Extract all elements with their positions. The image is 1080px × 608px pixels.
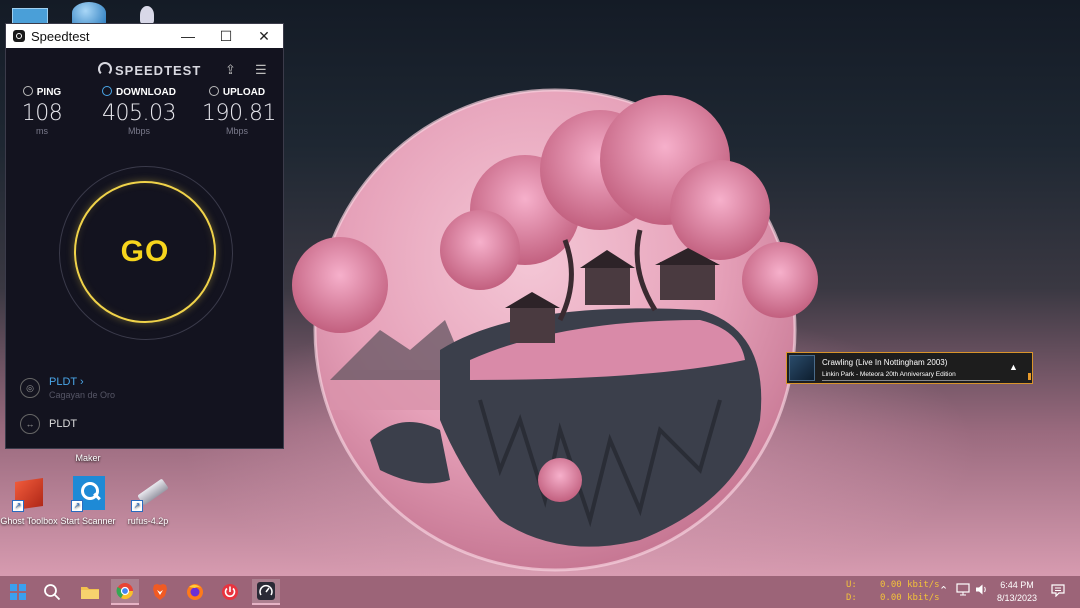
chrome-icon — [116, 583, 134, 600]
desktop-icon-start-scanner[interactable]: ↗ Start Scanner — [56, 476, 120, 527]
power-app-button[interactable] — [216, 579, 244, 605]
network-icon[interactable] — [956, 583, 970, 599]
network-speed-meter: U: 0.00 kbit/s D: 0.00 kbit/s — [846, 579, 940, 605]
usb-drive-icon: ↗ — [130, 476, 169, 512]
isp-selector[interactable]: ◎ PLDT › Cagayan de Oro — [20, 376, 115, 400]
speedtest-gauge-icon — [257, 582, 275, 600]
chevron-right-icon: › — [79, 376, 84, 388]
start-button[interactable] — [4, 579, 32, 605]
upload-label: UPLOAD — [222, 87, 266, 98]
clock-date: 8/13/2023 — [996, 593, 1038, 603]
rocket-icon[interactable] — [140, 6, 154, 24]
speedtest-taskbar-button[interactable] — [252, 579, 280, 605]
clock-time: 6:44 PM — [1000, 580, 1034, 590]
speedtest-app-icon — [13, 30, 25, 42]
search-icon — [44, 584, 61, 601]
speedtest-logo: SPEEDTEST — [98, 62, 201, 78]
download-unit: Mbps — [127, 126, 150, 136]
track-progress-bar — [822, 380, 1000, 381]
share-icon[interactable]: ⇪ — [225, 62, 236, 78]
download-value: 405.03 — [102, 101, 176, 126]
globe-icon[interactable] — [72, 2, 106, 24]
firefox-button[interactable] — [181, 579, 209, 605]
power-icon — [222, 584, 238, 600]
file-explorer-button[interactable] — [76, 579, 104, 605]
upload-icon — [208, 86, 219, 96]
download-icon — [102, 86, 112, 96]
now-playing-popup[interactable]: Crawling (Live In Nottingham 2003) Linki… — [786, 352, 1033, 384]
upload-metric: UPLOAD 190.81 Mbps — [202, 86, 276, 136]
upload-value: 190.81 — [202, 101, 276, 126]
connections-icon: ↔ — [20, 414, 40, 434]
ping-metric: PING 108 ms — [18, 86, 66, 136]
window-title: Speedtest — [31, 28, 90, 44]
desktop-icon-ghost-toolbox[interactable]: ↗ Ghost Toolbox — [0, 476, 61, 527]
maximize-button[interactable]: ☐ — [207, 28, 245, 45]
globe-icon: ◎ — [20, 378, 40, 398]
desktop-icon-partial-label: Maker — [56, 452, 120, 464]
desktop-icon-rufus[interactable]: ↗ rufus-4.2p — [116, 476, 180, 527]
isp-location: Cagayan de Oro — [49, 390, 116, 400]
server-name: PLDT — [49, 418, 78, 430]
search-button[interactable] — [38, 579, 66, 605]
speedtest-window: Speedtest — ☐ ✕ SPEEDTEST ⇪ ☰ PING 108 m… — [5, 23, 284, 449]
ping-unit: ms — [36, 126, 48, 136]
ghost-toolbox-icon: ↗ — [11, 476, 47, 512]
desktop-icon-partial-1[interactable] — [12, 8, 48, 24]
popup-edge-marker — [1028, 373, 1031, 380]
system-clock[interactable]: 6:44 PM 8/13/2023 — [994, 579, 1040, 605]
ping-value: 108 — [21, 101, 63, 126]
volume-icon[interactable] — [975, 583, 988, 599]
window-titlebar[interactable]: Speedtest — ☐ ✕ — [6, 24, 283, 48]
brand-text: SPEEDTEST — [115, 63, 202, 78]
brave-lion-icon — [153, 584, 167, 600]
gauge-icon — [98, 62, 112, 76]
download-label: DOWNLOAD — [116, 87, 176, 98]
chrome-button[interactable] — [111, 579, 139, 605]
track-artist: Linkin Park - Meteora 20th Anniversary E… — [822, 371, 956, 378]
desktop-icon-label: Ghost Toolbox — [0, 516, 58, 526]
desktop-icon-label: Start Scanner — [60, 516, 116, 526]
taskbar: U: 0.00 kbit/s D: 0.00 kbit/s ⌃ 6:44 PM 8/… — [0, 576, 1080, 608]
ping-icon — [22, 86, 33, 96]
ping-label: PING — [36, 87, 62, 98]
minimize-button[interactable]: — — [169, 28, 207, 44]
server-selector[interactable]: ↔ PLDT — [20, 414, 77, 434]
brave-button[interactable] — [146, 579, 174, 605]
desktop-icon-label: Maker — [75, 453, 101, 463]
download-speed-value: 0.00 kbit/s — [880, 593, 940, 603]
download-speed-label: D: — [846, 593, 857, 603]
track-title: Crawling (Live In Nottingham 2003) — [822, 358, 948, 367]
desktop-icon-label: rufus-4.2p — [127, 516, 169, 526]
expand-arrow-icon[interactable]: ▲ — [1009, 362, 1018, 372]
settings-sliders-icon[interactable]: ☰ — [255, 62, 267, 78]
upload-speed-label: U: — [846, 580, 857, 590]
go-button[interactable]: GO — [74, 181, 216, 323]
isp-name: PLDT — [49, 376, 77, 388]
windows-logo-icon — [10, 584, 26, 600]
scanner-magnifier-icon: ↗ — [70, 476, 106, 512]
upload-unit: Mbps — [225, 126, 248, 136]
album-art — [789, 355, 815, 381]
download-metric: DOWNLOAD 405.03 Mbps — [86, 86, 192, 136]
close-button[interactable]: ✕ — [245, 28, 283, 45]
upload-speed-value: 0.00 kbit/s — [880, 580, 940, 590]
firefox-icon — [187, 584, 203, 600]
chevron-up-icon[interactable]: ⌃ — [939, 584, 948, 597]
notifications-icon[interactable] — [1051, 583, 1065, 600]
folder-icon — [81, 587, 99, 599]
